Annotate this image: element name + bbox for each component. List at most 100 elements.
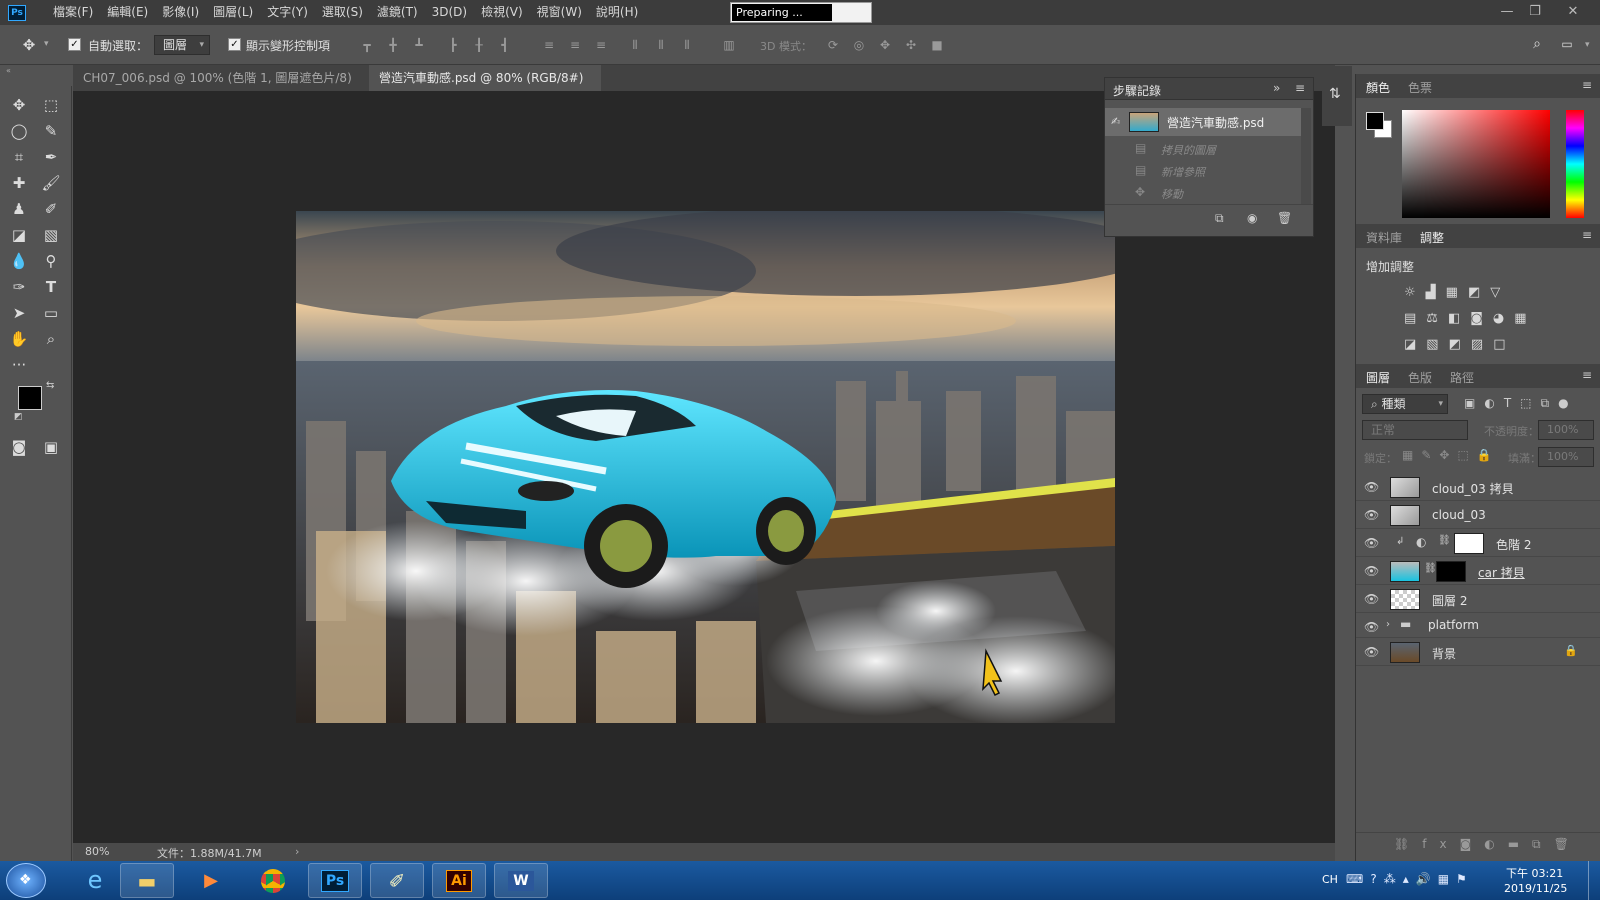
history-scrollbar[interactable] [1301, 108, 1311, 204]
filter-smart-icon[interactable]: ⧉ [1541, 396, 1559, 410]
tab-car-motion[interactable]: 營造汽車動感.psd @ 80% (RGB/8#) * ✕ [369, 65, 601, 111]
eye-icon[interactable]: 👁 [1364, 481, 1380, 493]
path-select-tool-icon[interactable]: ➤ [8, 302, 30, 324]
blur-tool-icon[interactable]: 💧 [8, 250, 30, 272]
rectangle-tool-icon[interactable]: ▭ [40, 302, 62, 324]
start-button[interactable]: ❖ [6, 863, 46, 898]
filter-pixel-icon[interactable]: ▣ [1464, 396, 1484, 410]
pen-app-taskbar-button[interactable]: ✐ [370, 863, 424, 898]
history-snapshot[interactable]: ✍ 營造汽車動感.psd [1105, 108, 1301, 136]
illustrator-taskbar-button[interactable]: Ai [432, 863, 486, 898]
keyboard-icon[interactable]: ⌨ [1346, 872, 1370, 886]
layer-row[interactable]: 👁 ⛓ car 拷貝 [1356, 558, 1600, 585]
stamp-tool-icon[interactable]: ♟ [8, 198, 30, 220]
fill-field[interactable]: 100% [1538, 447, 1594, 467]
tool-preset-chevron-icon[interactable]: ▾ [44, 39, 49, 49]
layer-row[interactable]: 👁 cloud_03 [1356, 502, 1600, 529]
menu-filter[interactable]: 濾鏡(T) [370, 0, 425, 25]
pen-tool-icon[interactable]: ✑ [8, 276, 30, 298]
align-hcenter-icon[interactable]: ╂ [472, 38, 486, 52]
filter-adjust-icon[interactable]: ◐ [1484, 396, 1503, 410]
workspace-chevron-icon[interactable]: ▾ [1585, 40, 1590, 50]
3d-roll-icon[interactable]: ◎ [852, 38, 866, 52]
tray-expand-icon[interactable]: ▴ [1403, 872, 1416, 886]
clock-date[interactable]: 2019/11/25 [1504, 882, 1567, 895]
layer-mask-thumbnail[interactable] [1454, 533, 1484, 554]
expand-panel-icon[interactable]: » [1273, 81, 1280, 95]
more-tools-icon[interactable]: ··· [8, 354, 30, 376]
brightness-icon[interactable]: ☼ [1404, 285, 1426, 300]
menu-help[interactable]: 說明(H) [589, 0, 645, 25]
move-tool-icon[interactable]: ✥ [8, 94, 30, 116]
tab-libraries[interactable]: 資料庫 [1366, 229, 1402, 246]
show-desktop-button[interactable] [1588, 861, 1600, 900]
eye-icon[interactable]: 👁 [1364, 565, 1380, 577]
type-tool-icon[interactable]: T [40, 276, 62, 298]
panel-menu-icon[interactable]: ≡ [1295, 81, 1305, 95]
restore-icon[interactable]: ❐ [1522, 2, 1548, 22]
tab-color[interactable]: 顏色 [1366, 79, 1390, 96]
distribute-left-icon[interactable]: ⦀ [628, 38, 642, 52]
distribute-hcenter-icon[interactable]: ⦀ [654, 38, 668, 52]
gradient-tool-icon[interactable]: ▧ [40, 224, 62, 246]
foreground-color-swatch[interactable] [18, 386, 42, 410]
curves-icon[interactable]: ▦ [1446, 285, 1468, 300]
explorer-taskbar-button[interactable]: ▬ [120, 863, 174, 898]
vibrance-icon[interactable]: ▽ [1490, 285, 1510, 300]
history-step[interactable]: ▤ 新增參照 [1105, 160, 1301, 182]
align-vcenter-icon[interactable]: ╋ [386, 38, 400, 52]
distribute-right-icon[interactable]: ⦀ [680, 38, 694, 52]
auto-select-dropdown[interactable]: 圖層 ▾ [154, 35, 210, 55]
hue-saturation-icon[interactable]: ▤ [1404, 311, 1426, 326]
screen-mode-icon[interactable]: ▣ [40, 436, 62, 458]
menu-edit[interactable]: 編輯(E) [100, 0, 155, 25]
healing-brush-tool-icon[interactable]: ✚ [8, 172, 30, 194]
levels-icon[interactable]: ▟ [1426, 285, 1446, 300]
close-icon[interactable]: ✕ [1560, 2, 1586, 22]
exposure-icon[interactable]: ◩ [1468, 285, 1490, 300]
network-icon[interactable]: ▦ [1438, 872, 1456, 886]
zoom-tool-icon[interactable]: ⌕ [40, 328, 62, 350]
tab-swatches[interactable]: 色票 [1408, 79, 1432, 96]
lock-position-icon[interactable]: ✥ [1439, 448, 1457, 462]
collapse-tools-icon[interactable]: « [6, 66, 11, 75]
tab-channels[interactable]: 色版 [1408, 369, 1432, 386]
document-canvas[interactable] [296, 211, 1115, 723]
brush-tool-icon[interactable]: 🖌 [40, 172, 62, 194]
ime-options-icon[interactable]: ⁂ [1384, 872, 1403, 886]
align-bottom-icon[interactable]: ┻ [412, 38, 426, 52]
photo-filter-icon[interactable]: ◙ [1470, 311, 1493, 326]
quick-mask-icon[interactable]: ◙ [8, 436, 30, 458]
auto-align-icon[interactable]: ▥ [722, 38, 736, 52]
panel-menu-icon[interactable]: ≡ [1582, 78, 1592, 92]
blend-mode-dropdown[interactable]: 正常 [1362, 420, 1468, 440]
clock-time[interactable]: 下午 03:21 [1506, 865, 1563, 881]
3d-slide-icon[interactable]: ✣ [904, 38, 918, 52]
photoshop-logo-icon[interactable]: Ps [8, 4, 26, 21]
history-brush-tool-icon[interactable]: ✐ [40, 198, 62, 220]
trash-icon[interactable]: 🗑 [1554, 837, 1582, 851]
eyedropper-tool-icon[interactable]: ✒ [40, 146, 62, 168]
tab-ch07[interactable]: CH07_006.psd @ 100% (色階 1, 圖層遮色片/8) * ✕ [73, 65, 367, 111]
distribute-top-icon[interactable]: ≡ [542, 38, 556, 52]
filter-shape-icon[interactable]: ⬚ [1520, 396, 1540, 410]
layer-row[interactable]: 👁 背景 🔒 [1356, 639, 1600, 666]
channel-mixer-icon[interactable]: ◕ [1493, 311, 1514, 326]
layer-filter-dropdown[interactable]: ⌕ 種類 ▾ [1362, 394, 1448, 414]
opacity-field[interactable]: 100% [1538, 420, 1594, 440]
crop-tool-icon[interactable]: ⌗ [8, 146, 30, 168]
black-white-icon[interactable]: ◧ [1448, 311, 1470, 326]
ime-indicator[interactable]: CH [1322, 873, 1338, 886]
menu-window[interactable]: 視窗(W) [530, 0, 589, 25]
color-balance-icon[interactable]: ⚖ [1426, 311, 1448, 326]
link-icon[interactable]: ⛓ [1424, 563, 1437, 574]
history-title[interactable]: 步驟記錄 [1113, 82, 1161, 99]
lock-artboard-icon[interactable]: ⬚ [1457, 448, 1476, 462]
workspace-icon[interactable]: ▭ [1560, 37, 1574, 51]
layer-group-row[interactable]: 👁 › ▬ platform [1356, 614, 1600, 638]
menu-select[interactable]: 選取(S) [315, 0, 370, 25]
show-transform-checkbox[interactable]: ✓ [228, 38, 241, 51]
eraser-tool-icon[interactable]: ◪ [8, 224, 30, 246]
link-layers-icon[interactable]: ⛓ [1394, 837, 1422, 851]
foreground-color-swatch[interactable] [1366, 112, 1384, 130]
